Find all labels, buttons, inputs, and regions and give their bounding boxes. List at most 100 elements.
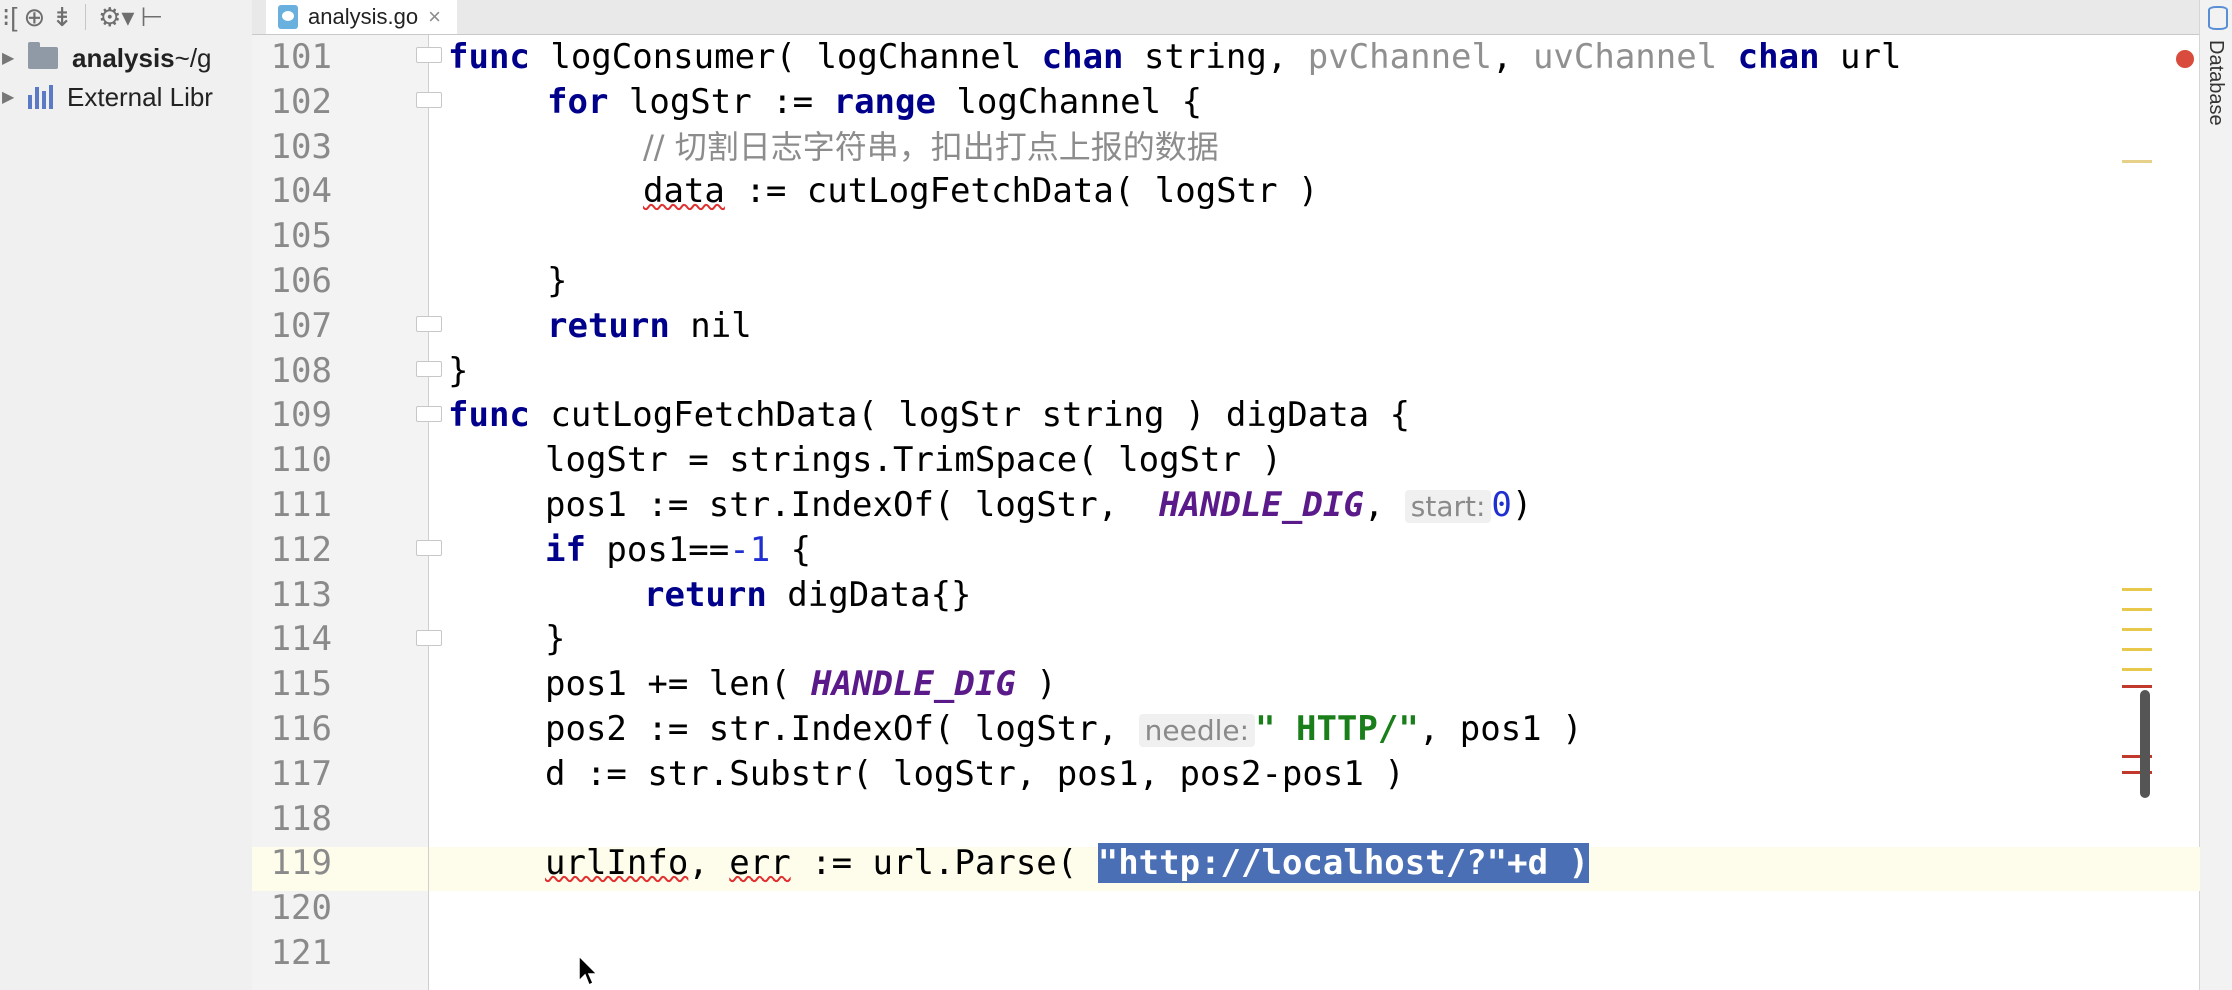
- code-line[interactable]: pos1 := str.IndexOf( logStr, HANDLE_DIG,…: [545, 483, 1532, 527]
- constant-token: HANDLE_DIG: [811, 664, 1016, 705]
- expand-arrow-icon[interactable]: ▶: [2, 87, 14, 107]
- tree-item-label: analysis: [72, 42, 175, 73]
- folder-icon: [28, 42, 58, 69]
- unused-variable-token: urlInfo: [545, 843, 689, 884]
- code-line-current[interactable]: urlInfo, err := url.Parse( "http://local…: [545, 841, 1589, 885]
- unused-param-token: uvChannel: [1532, 37, 1718, 77]
- line-number: 107: [270, 305, 332, 346]
- keyword-token: for: [547, 81, 609, 122]
- database-tool-button[interactable]: Database: [2204, 40, 2227, 126]
- code-line[interactable]: if pos1==-1 {: [545, 528, 811, 572]
- code-editor[interactable]: 101 102 103 104 105 106 107 108 109 110 …: [252, 35, 2200, 990]
- keyword-token: chan: [1737, 37, 1820, 77]
- tree-item-path: ~/g: [174, 42, 212, 73]
- code-text: pos1 := str.IndexOf( logStr,: [545, 485, 1160, 525]
- code-line[interactable]: }: [547, 259, 567, 303]
- code-line[interactable]: for logStr := range logChannel {: [547, 80, 1202, 124]
- line-number: 118: [270, 798, 332, 839]
- code-line[interactable]: pos2 := str.IndexOf( logStr, needle: " HT…: [545, 707, 1583, 751]
- parameter-hint: start:: [1404, 490, 1492, 523]
- toolbar-divider: [85, 4, 87, 30]
- fold-marker-icon[interactable]: [416, 406, 442, 422]
- line-number: 101: [270, 37, 332, 77]
- code-comment[interactable]: // 切割日志字符串，扣出打点上报的数据: [643, 125, 1219, 169]
- code-text: ,: [1363, 485, 1405, 525]
- code-text: pos1 += len(: [545, 664, 812, 705]
- line-number: 106: [270, 261, 332, 301]
- code-text: cutLogFetchData( logStr string ) digData…: [529, 395, 1411, 436]
- fold-marker-icon[interactable]: [416, 92, 442, 108]
- fold-marker-icon[interactable]: [416, 630, 442, 646]
- line-number: 110: [270, 440, 332, 481]
- scrollbar-thumb[interactable]: [2140, 690, 2150, 798]
- code-line[interactable]: logStr = strings.TrimSpace( logStr ): [545, 438, 1282, 482]
- tab-label: analysis.go: [308, 4, 419, 29]
- code-line[interactable]: func logConsumer( logChannel chan string…: [448, 35, 1901, 79]
- code-text: := url.Parse(: [790, 843, 1098, 884]
- tree-item-external-libraries[interactable]: ▶ External Libr: [0, 78, 252, 116]
- tree-item-analysis[interactable]: ▶ analysis ~/g: [0, 39, 252, 77]
- scroll-marker[interactable]: [2122, 608, 2152, 611]
- selected-text[interactable]: "http://localhost/?"+d ): [1097, 843, 1589, 884]
- hide-panel-icon[interactable]: ⊢: [140, 2, 163, 32]
- line-number: 119: [270, 843, 332, 884]
- line-number: 120: [270, 888, 332, 929]
- fold-marker-icon[interactable]: [416, 540, 442, 556]
- keyword-token: return: [644, 574, 767, 615]
- keyword-token: range: [833, 81, 936, 122]
- tab-analysis-go[interactable]: analysis.go ×: [266, 0, 457, 34]
- expand-arrow-icon[interactable]: ▶: [2, 48, 14, 68]
- string-token: " HTTP/": [1255, 709, 1419, 749]
- line-number: 102: [270, 81, 332, 122]
- fold-marker-icon[interactable]: [416, 361, 442, 377]
- code-text: ,: [1492, 37, 1533, 77]
- scroll-marker[interactable]: [2122, 628, 2152, 631]
- code-line[interactable]: data := cutLogFetchData( logStr ): [643, 169, 1319, 213]
- code-text: pos2 := str.IndexOf( logStr,: [545, 709, 1139, 749]
- line-number: 113: [270, 574, 332, 615]
- line-number: 104: [270, 171, 332, 212]
- parameter-hint: needle:: [1138, 714, 1256, 747]
- line-number: 111: [270, 485, 332, 525]
- tree-item-label: External Libr: [67, 81, 213, 112]
- error-marker[interactable]: [2122, 685, 2152, 688]
- code-text: logConsumer( logChannel: [529, 37, 1042, 77]
- line-number: 109: [270, 395, 332, 436]
- code-text: ): [1511, 485, 1533, 525]
- unused-variable-token: err: [729, 843, 791, 884]
- code-text: := cutLogFetchData( logStr ): [724, 171, 1319, 212]
- code-line[interactable]: }: [545, 617, 565, 661]
- expand-icon[interactable]: ⁝[: [2, 2, 18, 32]
- code-line[interactable]: func cutLogFetchData( logStr string ) di…: [448, 393, 1410, 437]
- project-panel: ⁝[ ⊕ ⇟ ⚙▾ ⊢ ▶ analysis ~/g ▶ External Li…: [0, 0, 253, 990]
- code-line[interactable]: }: [448, 349, 468, 393]
- go-file-icon: [278, 5, 298, 29]
- code-line[interactable]: d := str.Substr( logStr, pos1, pos2-pos1…: [545, 752, 1405, 796]
- code-line[interactable]: return nil: [547, 304, 752, 348]
- target-icon[interactable]: ⊕: [24, 2, 46, 32]
- keyword-token: func: [448, 395, 530, 436]
- collapse-icon[interactable]: ⇟: [51, 2, 73, 32]
- keyword-token: if: [545, 529, 586, 570]
- scroll-marker[interactable]: [2122, 648, 2152, 651]
- code-text: string,: [1123, 37, 1308, 77]
- right-tool-strip: Database: [2199, 0, 2232, 990]
- code-line[interactable]: return digData{}: [644, 573, 972, 617]
- code-text: logChannel {: [935, 81, 1203, 122]
- scroll-marker[interactable]: [2122, 668, 2152, 671]
- number-token: 0: [1491, 485, 1512, 525]
- database-icon[interactable]: [2208, 6, 2228, 30]
- keyword-token: return: [547, 305, 670, 346]
- fold-marker-icon[interactable]: [416, 47, 442, 63]
- gear-icon[interactable]: ⚙▾: [98, 2, 134, 32]
- keyword-token: chan: [1041, 37, 1124, 77]
- unused-variable-token: data: [643, 171, 725, 212]
- code-line[interactable]: pos1 += len( HANDLE_DIG ): [545, 662, 1057, 706]
- library-icon: [28, 85, 53, 109]
- code-text: nil: [669, 305, 752, 346]
- fold-marker-icon[interactable]: [416, 316, 442, 332]
- scroll-marker[interactable]: [2122, 588, 2152, 591]
- close-icon[interactable]: ×: [428, 4, 441, 30]
- scroll-marker[interactable]: [2122, 160, 2152, 163]
- line-number: 112: [270, 529, 332, 570]
